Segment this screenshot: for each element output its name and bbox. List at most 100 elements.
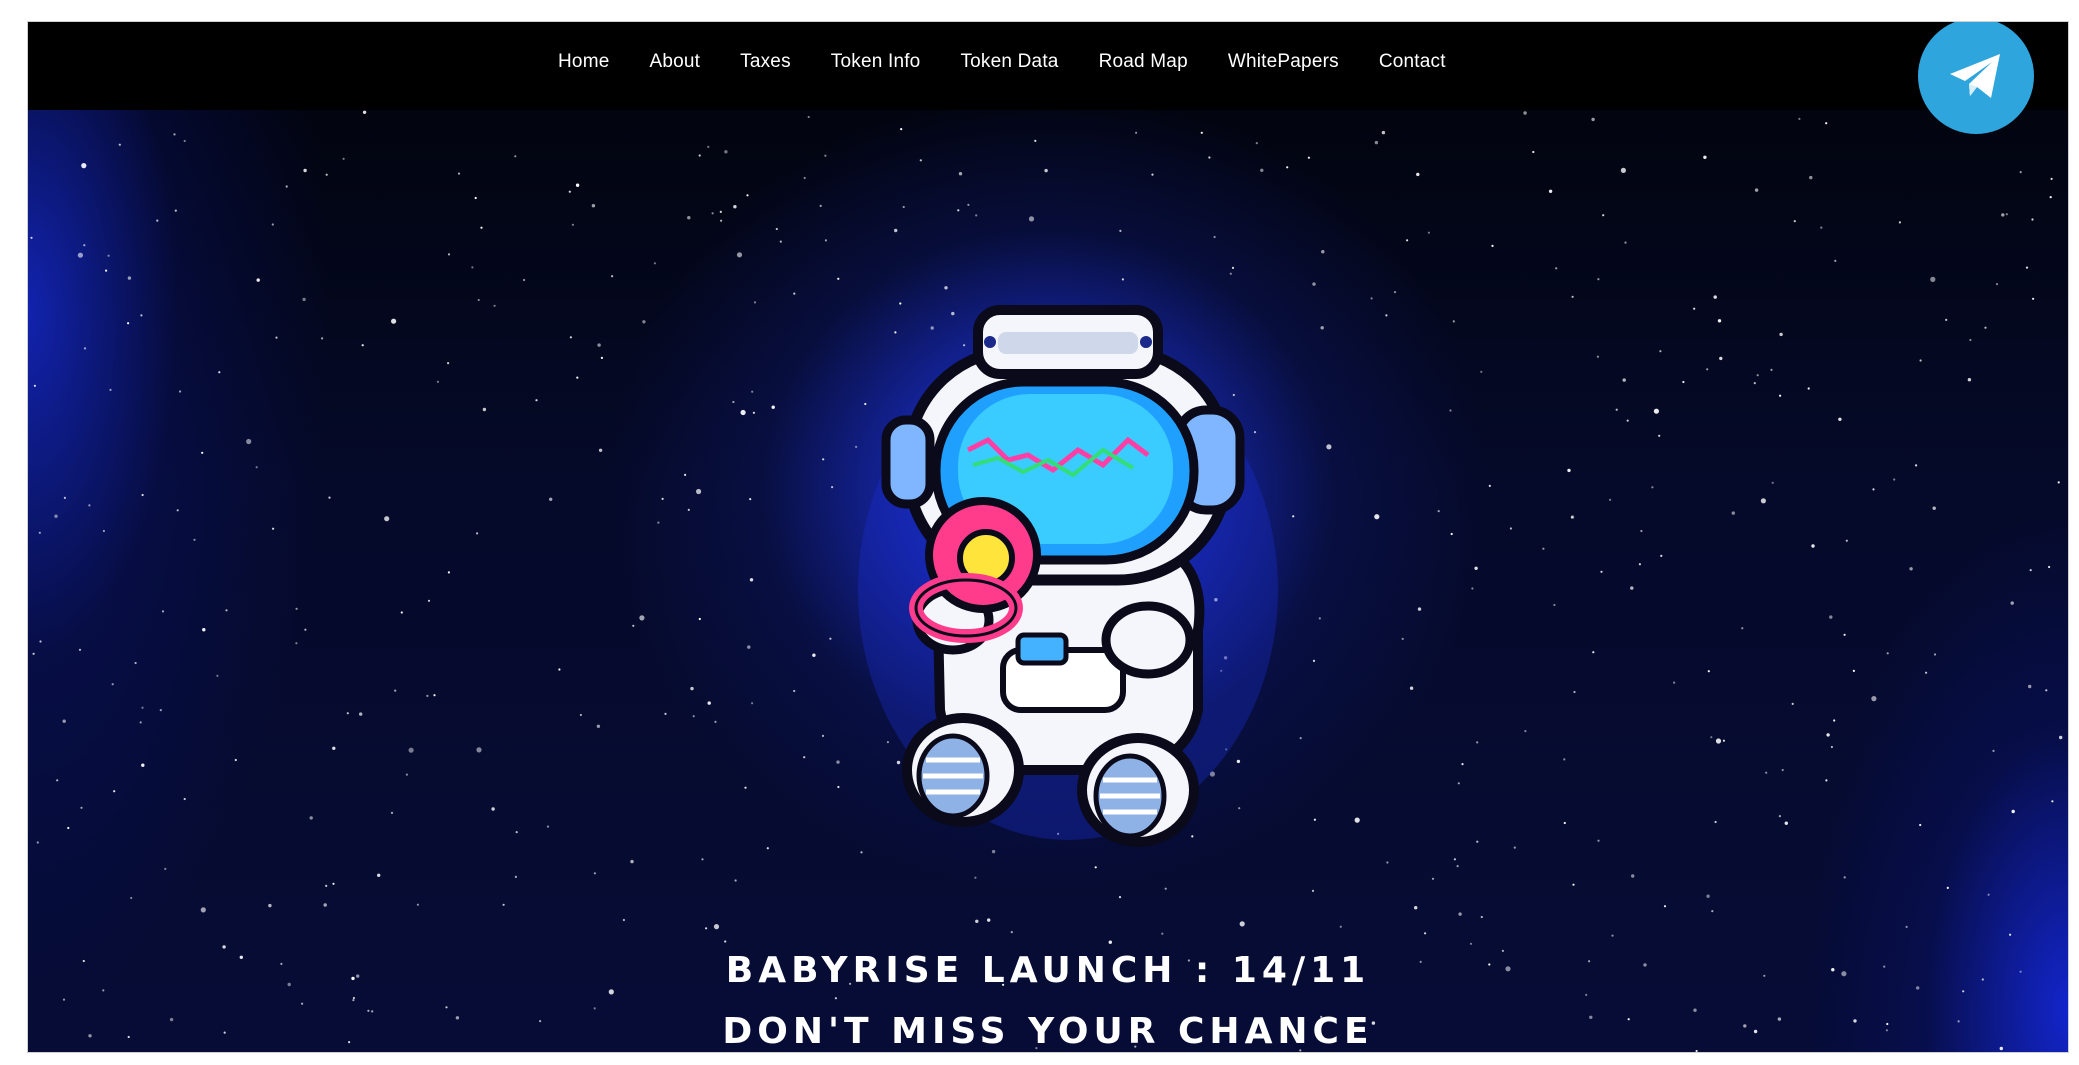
star [134, 661, 137, 665]
star [105, 269, 108, 272]
nav-token-data-link[interactable]: Token Data [960, 51, 1058, 73]
star [304, 628, 307, 631]
star [1741, 627, 1744, 630]
star [1567, 468, 1571, 473]
star [1458, 912, 1462, 916]
star [653, 262, 657, 265]
star [1513, 846, 1516, 849]
launch-date-headline: BABYRISE LAUNCH : 14/11 [725, 950, 1371, 991]
star [719, 210, 722, 213]
call-to-action-headline: DON'T MISS YOUR CHANCE [722, 1011, 1374, 1052]
nav-token-info-link[interactable]: Token Info [831, 51, 921, 73]
star [480, 226, 483, 229]
nav-about-link[interactable]: About [649, 51, 700, 73]
star [1843, 876, 1846, 879]
star [1200, 131, 1203, 134]
star [690, 686, 694, 691]
nav-contact-link[interactable]: Contact [1379, 51, 1446, 73]
star [1381, 130, 1386, 135]
star [2019, 171, 2022, 174]
star [328, 496, 331, 499]
star [1476, 840, 1479, 843]
star [1456, 865, 1459, 868]
star [88, 504, 91, 507]
star [1807, 387, 1810, 390]
star [598, 448, 603, 452]
star [1779, 394, 1782, 397]
nav-whitepapers-link[interactable]: WhitePapers [1228, 51, 1339, 73]
star [549, 497, 553, 501]
star [1624, 241, 1627, 244]
star [183, 797, 186, 801]
star [1909, 567, 1913, 571]
top-navbar: Home About Taxes Token Info Token Data R… [28, 22, 2068, 110]
star [161, 610, 165, 613]
star [352, 999, 355, 1002]
star [2031, 218, 2034, 221]
star [1164, 887, 1167, 890]
star [622, 918, 626, 922]
star [692, 715, 695, 718]
star [1431, 877, 1435, 880]
star [1119, 229, 1122, 232]
star [749, 578, 754, 582]
star [325, 884, 328, 888]
star [1553, 603, 1556, 607]
star [593, 872, 597, 875]
star [1834, 259, 1837, 262]
star [1326, 444, 1332, 450]
star [342, 157, 345, 160]
star [514, 875, 517, 879]
star [1638, 563, 1641, 566]
star [272, 527, 275, 530]
nav-taxes-link[interactable]: Taxes [740, 51, 791, 73]
star [216, 674, 219, 677]
star [1653, 408, 1659, 414]
star [246, 438, 252, 445]
star [80, 806, 83, 809]
star [1509, 527, 1512, 530]
star [436, 380, 439, 383]
star [295, 607, 298, 610]
star [1793, 220, 1796, 223]
star [2059, 735, 2063, 740]
star [1925, 671, 1928, 674]
star [433, 694, 436, 697]
star [597, 343, 601, 347]
star [596, 724, 601, 728]
star [1386, 861, 1389, 864]
star [803, 176, 806, 180]
star [303, 168, 307, 173]
star [571, 223, 575, 226]
nav-home-link[interactable]: Home [558, 51, 609, 73]
telegram-button[interactable] [1918, 22, 2034, 134]
star [1260, 168, 1264, 172]
star [1820, 226, 1823, 229]
star [664, 712, 667, 716]
star [1548, 189, 1553, 193]
star [1320, 326, 1324, 330]
star [1845, 539, 1848, 542]
star [1585, 993, 1588, 997]
star [1452, 320, 1455, 323]
star [1706, 368, 1709, 371]
star [325, 173, 328, 176]
star [218, 371, 221, 374]
star [793, 689, 796, 693]
star [1321, 250, 1325, 254]
star [2045, 689, 2048, 692]
star [1784, 821, 1789, 825]
page-frame: Home About Taxes Token Info Token Data R… [28, 22, 2068, 1052]
star [705, 927, 708, 930]
star [1826, 733, 1830, 737]
star [2049, 196, 2052, 199]
star [632, 624, 635, 627]
star [1798, 117, 1801, 120]
nav-road-map-link[interactable]: Road Map [1099, 51, 1188, 73]
star [1571, 295, 1574, 298]
star [1592, 651, 1595, 654]
star [751, 702, 754, 705]
star [1754, 188, 1759, 192]
star [1626, 419, 1629, 422]
star [829, 637, 832, 640]
